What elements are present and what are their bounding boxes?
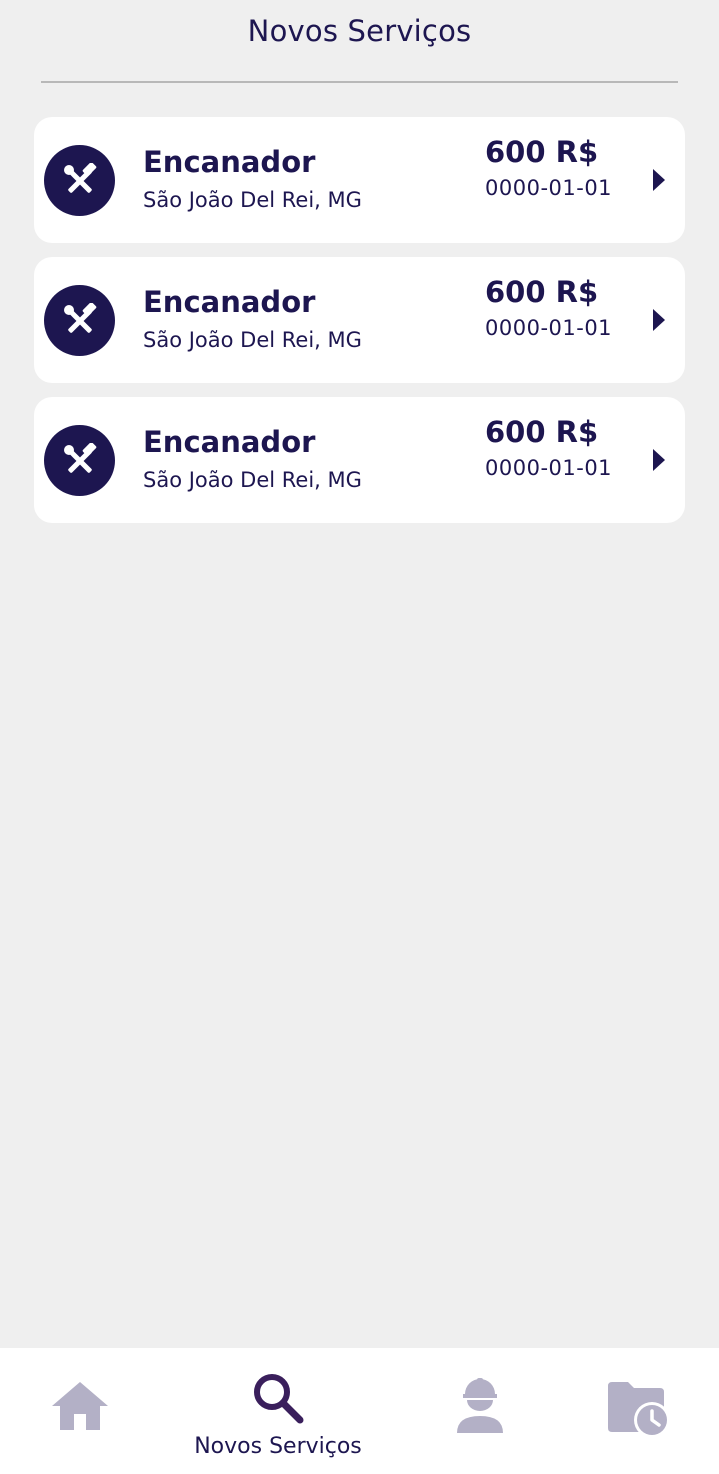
nav-item-history[interactable] [598, 1348, 678, 1474]
header-divider [41, 81, 678, 83]
chevron-right-icon[interactable] [651, 448, 667, 472]
service-date: 0000-01-01 [485, 456, 613, 480]
service-title: Encanador [143, 425, 316, 459]
service-date: 0000-01-01 [485, 176, 613, 200]
service-title: Encanador [143, 285, 316, 319]
chevron-right-icon[interactable] [651, 308, 667, 332]
service-location: São João Del Rei, MG [143, 468, 362, 492]
service-list: Encanador São João Del Rei, MG 600 R$ 00… [34, 117, 685, 537]
worker-icon [457, 1378, 503, 1433]
home-icon [52, 1382, 108, 1430]
nav-item-worker[interactable] [440, 1348, 520, 1474]
service-avatar [44, 145, 115, 216]
service-location: São João Del Rei, MG [143, 328, 362, 352]
service-avatar [44, 425, 115, 496]
tools-icon [63, 442, 96, 473]
page-header: Novos Serviços [0, 0, 719, 84]
chevron-right-icon[interactable] [651, 168, 667, 192]
service-price: 600 R$ [485, 135, 599, 169]
service-price: 600 R$ [485, 275, 599, 309]
bottom-navigation: Novos Serviços [0, 1348, 719, 1474]
tools-icon [63, 302, 96, 333]
service-location: São João Del Rei, MG [143, 188, 362, 212]
service-card[interactable]: Encanador São João Del Rei, MG 600 R$ 00… [34, 117, 685, 243]
nav-item-home[interactable] [40, 1348, 120, 1474]
nav-item-new-services[interactable]: Novos Serviços [178, 1348, 378, 1474]
nav-label-new-services: Novos Serviços [194, 1434, 362, 1459]
service-date: 0000-01-01 [485, 316, 613, 340]
service-price: 600 R$ [485, 415, 599, 449]
service-card[interactable]: Encanador São João Del Rei, MG 600 R$ 00… [34, 397, 685, 523]
search-icon [254, 1374, 304, 1424]
tools-icon [63, 162, 96, 193]
service-card[interactable]: Encanador São João Del Rei, MG 600 R$ 00… [34, 257, 685, 383]
page-title: Novos Serviços [247, 14, 472, 48]
app-screen: Novos Serviços Encanador São João Del Re… [0, 0, 719, 1474]
service-avatar [44, 285, 115, 356]
service-title: Encanador [143, 145, 316, 179]
folder-history-icon [608, 1382, 670, 1438]
